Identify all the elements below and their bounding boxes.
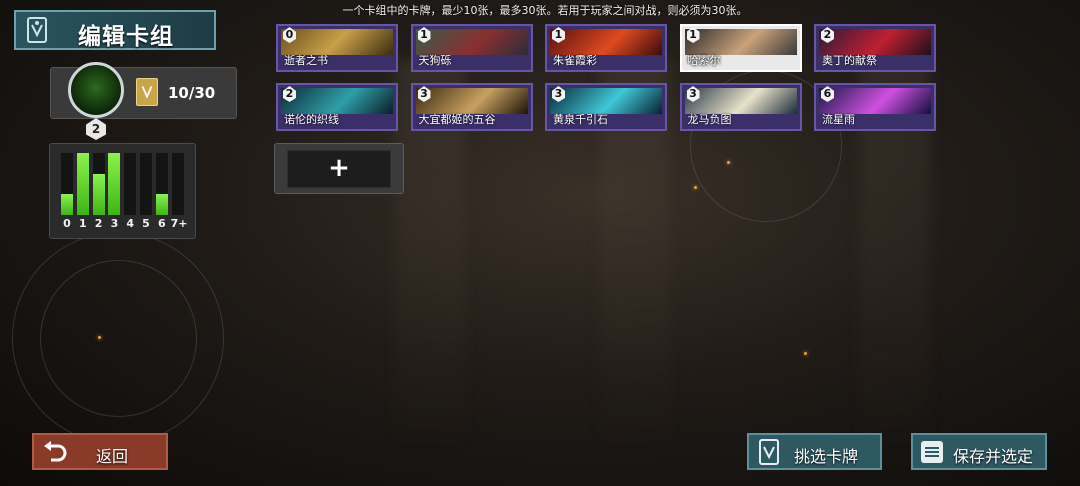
mana-curve-cost-label: 7+ — [170, 217, 188, 230]
card-name: 奥丁的献祭 — [822, 54, 877, 67]
deck-card[interactable]: 1 朱雀霞彩 — [545, 24, 667, 72]
page-title-banner: 编辑卡组 — [14, 10, 216, 50]
deck-icon — [759, 439, 779, 465]
card-name: 流星雨 — [822, 113, 855, 126]
mana-curve-cost-label: 2 — [94, 217, 103, 230]
page-title: 编辑卡组 — [78, 24, 174, 50]
list-icon — [921, 441, 943, 463]
mana-curve-bar — [124, 153, 137, 215]
mana-curve-cost-label: 6 — [157, 217, 166, 230]
plus-icon: + — [328, 153, 350, 183]
card-name: 朱雀霞彩 — [553, 54, 597, 67]
deck-card[interactable]: 0 逝者之书 — [276, 24, 398, 72]
deck-icon — [27, 17, 47, 43]
deck-card[interactable]: 1 天狗砾 — [410, 24, 533, 72]
deck-card[interactable]: 3 黄泉千引石 — [545, 83, 667, 131]
card-name: 逝者之书 — [284, 54, 328, 67]
mana-curve-bar-fill — [76, 153, 89, 215]
ember-particle — [98, 336, 101, 339]
deck-card[interactable]: 3 大宜都姬的五谷 — [410, 83, 533, 131]
pick-cards-label: 挑选卡牌 — [794, 447, 859, 466]
mana-curve-cost-label: 5 — [142, 217, 150, 230]
add-card-button[interactable]: + — [287, 150, 391, 188]
mana-curve-bar-fill — [108, 153, 121, 215]
mana-curve-bar-fill — [61, 194, 73, 215]
mana-curve-bar — [61, 153, 73, 215]
save-and-select-button[interactable]: 保存并选定 — [911, 433, 1047, 470]
deck-card[interactable]: 1 哈索尔 — [679, 24, 802, 72]
save-and-select-label: 保存并选定 — [953, 447, 1034, 466]
mana-curve-bar — [140, 153, 152, 215]
deck-card[interactable]: 2 诺伦的织线 — [276, 83, 398, 131]
ember-particle — [804, 352, 807, 355]
ember-particle — [694, 186, 697, 189]
deck-card[interactable]: 3 龙马负图 — [679, 83, 802, 131]
card-name: 龙马负图 — [687, 113, 732, 126]
pick-cards-button[interactable]: 挑选卡牌 — [747, 433, 882, 470]
mana-curve-bar-fill — [155, 194, 168, 215]
mana-curve-bar — [92, 153, 105, 215]
deck-card-count: 10/30 — [168, 84, 216, 102]
back-button[interactable]: 返回 — [32, 433, 168, 470]
mana-curve-cost-label: 3 — [110, 217, 119, 230]
leader-cost-badge: 2 — [86, 118, 106, 140]
deck-leader-portrait[interactable] — [68, 62, 124, 118]
mana-curve-cost-label: 4 — [126, 217, 135, 230]
card-name: 天狗砾 — [418, 54, 452, 67]
deck-card[interactable]: 2 奥丁的献祭 — [814, 24, 936, 72]
mana-curve-bar — [76, 153, 89, 215]
mana-curve-cost-label: 1 — [78, 217, 87, 230]
deck-card[interactable]: 6 流星雨 — [814, 83, 936, 131]
back-button-label: 返回 — [96, 447, 129, 466]
card-name: 黄泉千引石 — [553, 113, 608, 126]
card-name: 大宜都姬的五谷 — [418, 113, 496, 126]
mana-curve-cost-label: 0 — [63, 217, 71, 230]
ember-particle — [727, 161, 730, 164]
card-name: 哈索尔 — [687, 54, 721, 67]
back-arrow-icon — [44, 441, 67, 462]
mana-curve-bar — [108, 153, 121, 215]
mana-curve-bar — [155, 153, 168, 215]
mana-curve-bar-fill — [92, 173, 105, 215]
add-card-slot[interactable]: + — [274, 143, 404, 194]
background-magic-circle — [40, 260, 197, 417]
mana-curve-bar — [171, 153, 184, 215]
card-name: 诺伦的织线 — [284, 113, 339, 126]
card-count-icon — [136, 78, 158, 106]
